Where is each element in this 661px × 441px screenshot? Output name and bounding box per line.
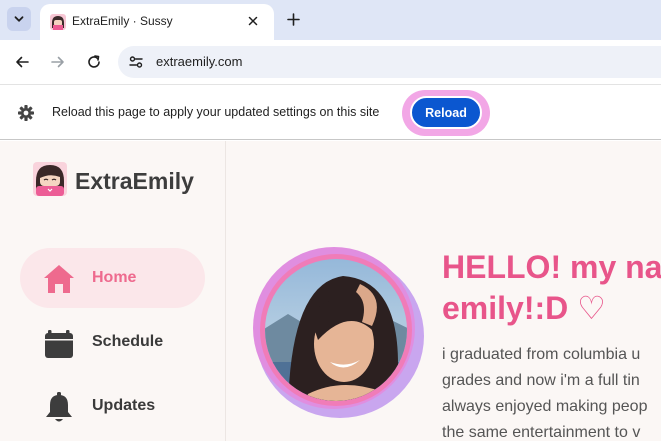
hero-bio: i graduated from columbia u grades and n…: [442, 342, 647, 441]
bell-icon: [46, 392, 72, 422]
calendar-icon: [45, 330, 73, 358]
hero-heading: HELLO! my nar emily!:D ♡: [442, 247, 661, 329]
sidebar: ExtraEmily Home Schedule Updates: [0, 141, 226, 441]
hero-heading-line1: HELLO! my nar: [442, 249, 661, 285]
main-content: HELLO! my nar emily!:D ♡ i graduated fro…: [226, 141, 661, 441]
address-bar[interactable]: extraemily.com: [118, 46, 661, 78]
plus-icon: [286, 12, 300, 26]
logo-icon: [33, 162, 67, 196]
bio-line: always enjoyed making peop: [442, 398, 648, 415]
chevron-down-icon: [14, 16, 24, 22]
tab-search-button[interactable]: [7, 7, 31, 31]
forward-button[interactable]: [47, 51, 69, 73]
nav-label-schedule: Schedule: [92, 333, 164, 350]
nav-label-home: Home: [92, 269, 137, 286]
site-info-button[interactable]: [127, 53, 145, 71]
back-button[interactable]: [11, 51, 33, 73]
browser-toolbar: extraemily.com: [0, 40, 661, 84]
reload-icon: [88, 55, 100, 68]
nav-label-updates: Updates: [92, 397, 156, 414]
bio-line: i graduated from columbia u: [442, 346, 641, 363]
reload-page-button[interactable]: [83, 51, 105, 73]
active-tab[interactable]: ExtraEmily · Sussy: [40, 4, 274, 40]
close-icon: [248, 16, 258, 26]
gear-icon: [18, 105, 34, 121]
nav-item-schedule[interactable]: Schedule: [20, 312, 205, 372]
nav-item-updates[interactable]: Updates: [20, 376, 205, 436]
tab-title: ExtraEmily · Sussy: [72, 14, 173, 28]
profile-photo: [253, 247, 424, 418]
bio-line: the same entertainment to v: [442, 424, 641, 441]
settings-infobar: Reload this page to apply your updated s…: [0, 84, 661, 140]
hero-heading-line2: emily!:D ♡: [442, 290, 606, 326]
back-arrow-icon: [16, 56, 29, 68]
web-page: ExtraEmily Home Schedule Updates HELLO! …: [0, 141, 661, 441]
infobar-message: Reload this page to apply your updated s…: [52, 105, 380, 119]
brand-name: ExtraEmily: [75, 168, 194, 194]
bio-line: grades and now i'm a full tin: [442, 372, 640, 389]
tab-close-button[interactable]: [244, 12, 262, 30]
nav-item-home[interactable]: Home: [20, 248, 205, 308]
home-icon: [44, 265, 74, 293]
tab-strip: ExtraEmily · Sussy: [0, 0, 661, 40]
url-text: extraemily.com: [156, 54, 243, 69]
favicon-icon: [50, 14, 66, 30]
site-settings-icon: [129, 56, 143, 68]
forward-arrow-icon: [51, 56, 64, 68]
new-tab-button[interactable]: [282, 8, 304, 30]
reload-button[interactable]: Reload: [410, 96, 482, 129]
